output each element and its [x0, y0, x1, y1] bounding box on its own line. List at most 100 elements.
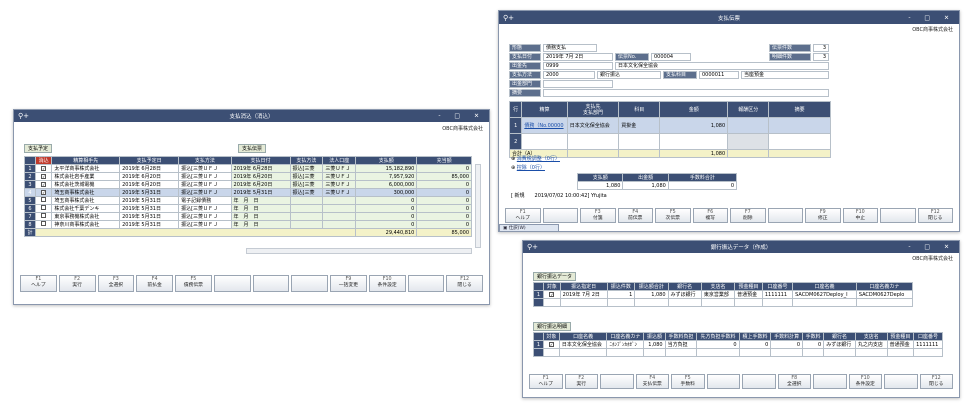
table-row[interactable]: 1 ✓ 太平洋商事株式会社 2019年 6月28日 振込[三菱ＵＦＪ 2019年 6月28… [24, 164, 472, 173]
row-payee[interactable]: 日本文化保全協会 [566, 117, 620, 134]
function-key-6[interactable]: F6 複写 [692, 208, 728, 223]
pay-method[interactable]: 振込[三菱 [289, 188, 324, 197]
function-key-10[interactable]: F10 中止 [842, 208, 878, 223]
pay-date[interactable]: 2019年 6月20日 [230, 172, 291, 181]
pay-amount[interactable]: 0 [355, 204, 418, 213]
transfer-row[interactable]: 1 ✓ 2019年 7月 2日 1 1,080 みずほ銀行 東京営業部 普通預金… [533, 290, 914, 299]
function-key-9[interactable]: F9 一括変更 [330, 275, 367, 292]
function-key-10[interactable]: F10 条件設定 [368, 275, 406, 292]
table-row[interactable]: 6 株式会社千葉デンキ 2019年 5月31日 振込[三菱ＵＦＪ 年 月 日 00 [24, 204, 472, 213]
reconcile-checkbox[interactable] [34, 196, 53, 205]
pay-method[interactable]: 振込[三菱 [289, 164, 324, 173]
row-account[interactable]: 買掛金 [618, 117, 661, 134]
table-row[interactable]: 7 東京事務機株式会社 2019年 5月31日 振込[三菱ＵＦＪ 年 月 日 00 [24, 212, 472, 221]
row-memo[interactable] [768, 117, 831, 134]
function-key-8[interactable] [291, 275, 328, 292]
pay-amount[interactable]: 0 [355, 196, 418, 205]
function-key-5[interactable]: F5 次伝票 [655, 208, 691, 223]
function-key-5[interactable]: F5 手数料 [671, 374, 705, 389]
corp-account[interactable]: 三菱ＵＦＪ [322, 180, 357, 189]
pay-amount[interactable]: 0 [355, 212, 418, 221]
function-key-7[interactable]: F7 削除 [730, 208, 766, 223]
checkbox[interactable] [41, 205, 47, 210]
function-key-11[interactable] [880, 208, 916, 223]
tab-payment-slip[interactable]: 支払伝票 [238, 144, 267, 153]
pay-method[interactable] [289, 204, 324, 213]
slip-row-1[interactable]: 1 債務（No.00000 日本文化保全協会 買掛金 1,080 [508, 117, 831, 134]
checkbox[interactable]: ✓ [41, 189, 47, 195]
function-key-6[interactable] [213, 275, 251, 292]
pay-amount[interactable]: 0 [355, 220, 418, 229]
function-key-9[interactable]: F9 修正 [805, 208, 841, 223]
function-key-2[interactable] [542, 208, 578, 223]
debt-link[interactable]: 債務（No.00000 [524, 123, 563, 129]
slip-no-field[interactable]: 000004 [651, 53, 691, 61]
function-key-4[interactable]: F4 支払伝票 [635, 374, 669, 389]
table-row[interactable]: 3 ✓ 株式会社茨城電機 2019年 6月20日 振込[三菱ＵＦＪ 2019年 6月20日… [24, 180, 472, 189]
pay-amount[interactable]: 6,000,000 [355, 180, 418, 189]
window-controls[interactable]: ‐ □ ✕ [908, 14, 955, 21]
function-key-2[interactable]: F2 実行 [564, 374, 598, 389]
corp-account[interactable] [322, 196, 357, 205]
pay-date[interactable]: 年 月 日 [230, 204, 291, 213]
checkbox[interactable]: ✓ [41, 165, 47, 171]
corp-account[interactable] [322, 212, 357, 221]
pay-date[interactable]: 年 月 日 [230, 196, 291, 205]
function-key-7[interactable] [742, 374, 776, 389]
pay-date[interactable]: 2019年 6月28日 [230, 164, 291, 173]
corp-account[interactable] [322, 220, 357, 229]
checkbox[interactable]: ✓ [41, 181, 47, 187]
function-key-1[interactable]: F1 ヘルプ [20, 275, 57, 292]
table-row[interactable]: 2 ✓ 株式会社岩手産業 2019年 6月20日 振込[三菱ＵＦＪ 2019年 6月20日… [24, 172, 472, 181]
dept-field[interactable] [543, 80, 613, 88]
function-key-2[interactable]: F2 実行 [58, 275, 96, 292]
reconcile-checkbox[interactable]: ✓ [34, 180, 53, 189]
function-key-5[interactable]: F5 債務伝票 [175, 275, 212, 292]
reconcile-checkbox[interactable] [34, 212, 53, 221]
deduction-link[interactable]: ⊕ 控除（0行） [511, 164, 545, 171]
function-key-12[interactable]: F12 閉じる [919, 374, 953, 389]
function-key-8[interactable] [767, 208, 803, 223]
target-checkbox[interactable]: ✓ [543, 290, 561, 299]
corp-account[interactable]: 三菱ＵＦＪ [322, 164, 357, 173]
checkbox[interactable]: ✓ [41, 173, 47, 179]
function-key-9[interactable] [813, 374, 847, 389]
pay-method[interactable]: 振込[三菱 [289, 172, 324, 181]
pay-date[interactable]: 年 月 日 [230, 212, 291, 221]
function-key-6[interactable] [706, 374, 740, 389]
date-field[interactable]: 2019年 7月 2日 [543, 53, 613, 61]
checkbox[interactable] [41, 213, 47, 218]
function-key-4[interactable]: F4 前払金 [136, 275, 173, 292]
taskbar-item[interactable]: ▣ 仕訳(W) [499, 224, 559, 231]
window-controls[interactable]: ‐ □ ✕ [438, 113, 485, 120]
pay-method[interactable] [289, 196, 324, 205]
corp-account[interactable]: 三菱ＵＦＪ [322, 188, 357, 197]
pay-date[interactable]: 2019年 5月31日 [230, 188, 291, 197]
function-key-3[interactable]: F3 全選択 [97, 275, 135, 292]
function-key-12[interactable]: F12 閉じる [446, 275, 483, 292]
window-controls[interactable]: ‐ □ ✕ [908, 244, 955, 251]
table-row[interactable]: 8 神奈川商事株式会社 2019年 5月31日 振込[三菱ＵＦＪ 年 月 日 00 [24, 220, 472, 229]
function-key-8[interactable]: F8 全選択 [777, 374, 811, 389]
pay-method[interactable]: 振込[三菱 [289, 180, 324, 189]
pay-date[interactable]: 2019年 6月20日 [230, 180, 291, 189]
pay-amount[interactable]: 7,957,920 [355, 172, 418, 181]
horizontal-scrollbar[interactable] [246, 248, 472, 254]
function-key-3[interactable] [600, 374, 634, 389]
function-key-1[interactable]: F1 ヘルプ [529, 374, 563, 389]
checkbox[interactable] [41, 221, 47, 226]
row-fee-type[interactable] [727, 117, 770, 134]
function-key-7[interactable] [252, 275, 290, 292]
pay-amount[interactable]: 15,182,890 [355, 164, 418, 173]
tax-adjust-link[interactable]: ⊕ 消費税調整（0行） [511, 155, 560, 162]
function-key-10[interactable]: F10 条件設定 [848, 374, 882, 389]
pay-method[interactable] [289, 212, 324, 221]
pay-date[interactable]: 年 月 日 [230, 220, 291, 229]
checkbox[interactable] [41, 197, 47, 202]
pay-amount[interactable]: 300,000 [355, 188, 418, 197]
function-key-4[interactable]: F4 前伝票 [617, 208, 653, 223]
function-key-11[interactable] [407, 275, 445, 292]
function-key-11[interactable] [884, 374, 918, 389]
row-settle[interactable]: 債務（No.00000 [521, 117, 568, 134]
row-amount[interactable]: 1,080 [659, 117, 729, 134]
